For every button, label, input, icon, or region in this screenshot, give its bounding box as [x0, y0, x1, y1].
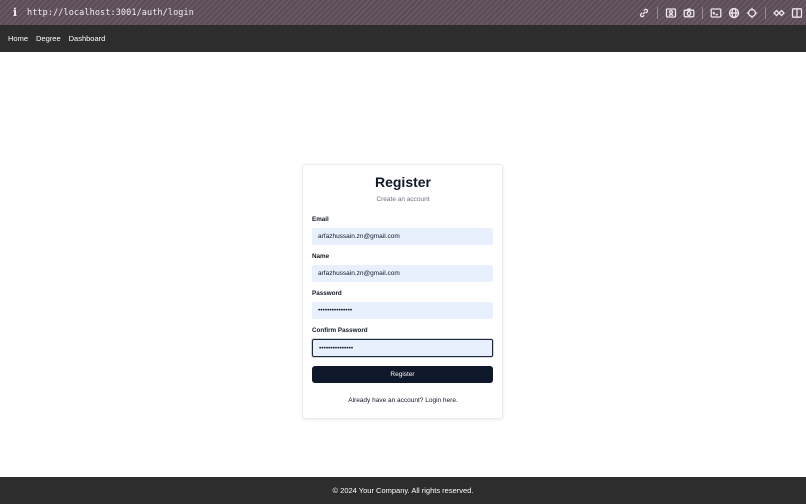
split-view-icon[interactable] [788, 4, 806, 22]
confirm-password-field[interactable] [312, 339, 493, 357]
form-title: Register [374, 174, 432, 190]
toolbar-divider [702, 6, 703, 19]
name-field[interactable] [312, 265, 493, 282]
email-field[interactable] [312, 228, 493, 245]
info-icon[interactable]: i [8, 6, 22, 19]
register-button[interactable]: Register [312, 366, 493, 383]
login-link[interactable]: Already have an account? Login here. [0, 397, 806, 404]
extensions-icon[interactable] [770, 4, 788, 22]
name-label: Name [312, 253, 330, 260]
address-bar-url[interactable]: http://localhost:3001/auth/login [27, 8, 194, 18]
confirm-password-label: Confirm Password [312, 327, 368, 334]
toolbar-divider [765, 6, 766, 19]
email-label: Email [312, 216, 329, 223]
terminal-icon[interactable] [707, 4, 725, 22]
footer-copyright: © 2024 Your Company. All rights reserved… [332, 486, 474, 495]
browser-toolbar: i http://localhost:3001/auth/login [0, 0, 806, 25]
crosshair-icon[interactable] [743, 4, 761, 22]
link-icon[interactable] [635, 4, 653, 22]
toolbar-divider [657, 6, 658, 19]
nav-degree-link[interactable]: Degree [36, 34, 61, 43]
globe-icon[interactable] [725, 4, 743, 22]
form-subtitle: Create an account [376, 196, 430, 203]
browser-tools [635, 0, 806, 25]
camera-icon[interactable] [680, 4, 698, 22]
nav-home-link[interactable]: Home [8, 34, 28, 43]
password-field[interactable] [312, 302, 493, 319]
nav-dashboard-link[interactable]: Dashboard [69, 34, 106, 43]
main-navbar: Home Degree Dashboard [0, 25, 806, 52]
page-footer: © 2024 Your Company. All rights reserved… [0, 477, 806, 504]
password-label: Password [312, 290, 342, 297]
contact-card-icon[interactable] [662, 4, 680, 22]
